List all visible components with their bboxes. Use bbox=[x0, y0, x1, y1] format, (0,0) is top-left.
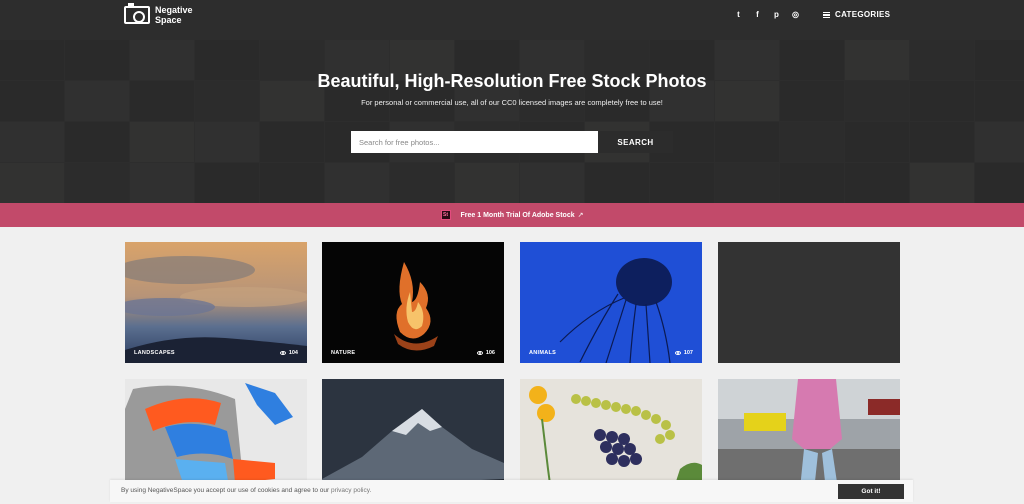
promo-banner[interactable]: St Free 1 Month Trial Of Adobe Stock ↗ bbox=[0, 203, 1024, 227]
card-label: LANDSCAPES bbox=[134, 350, 175, 356]
category-card-animals[interactable]: ANIMALS 107 bbox=[520, 242, 702, 363]
adobe-stock-icon: St bbox=[440, 210, 451, 220]
search-input[interactable] bbox=[351, 131, 598, 153]
instagram-icon[interactable]: ◎ bbox=[786, 10, 805, 20]
card-view-count: 104 bbox=[279, 350, 298, 356]
category-card-placeholder[interactable] bbox=[718, 242, 900, 363]
cookie-consent-bar: By using NegativeSpace you accept our us… bbox=[110, 480, 913, 502]
twitter-icon[interactable]: t bbox=[729, 10, 748, 20]
hero-subtitle: For personal or commercial use, all of o… bbox=[361, 98, 663, 107]
card-view-count: 107 bbox=[674, 350, 693, 356]
categories-label: CATEGORIES bbox=[835, 10, 891, 19]
facebook-icon[interactable]: f bbox=[748, 10, 767, 20]
card-view-count: 106 bbox=[476, 350, 495, 356]
eye-icon bbox=[674, 351, 681, 355]
card-label: ANIMALS bbox=[529, 350, 557, 356]
eye-icon bbox=[476, 351, 483, 355]
camera-logo-icon bbox=[124, 3, 150, 24]
top-nav: Negative Space t f p ◎ CATEGORIES bbox=[0, 0, 1024, 30]
site-logo[interactable]: Negative Space bbox=[124, 3, 195, 25]
eye-icon bbox=[279, 351, 286, 355]
hero-title: Beautiful, High-Resolution Free Stock Ph… bbox=[317, 71, 707, 91]
cookie-accept-button[interactable]: Got it! bbox=[838, 484, 904, 499]
category-card-nature[interactable]: NATURE 106 bbox=[322, 242, 504, 363]
logo-text: Negative Space bbox=[155, 5, 193, 25]
search-button[interactable]: SEARCH bbox=[598, 131, 673, 153]
promo-text[interactable]: Free 1 Month Trial Of Adobe Stock bbox=[461, 212, 575, 219]
social-links: t f p ◎ bbox=[729, 10, 805, 20]
jellyfish-photo bbox=[520, 242, 702, 363]
fire-photo bbox=[322, 242, 504, 363]
cookie-text: By using NegativeSpace you accept our us… bbox=[121, 487, 372, 494]
categories-menu[interactable]: CATEGORIES bbox=[823, 10, 890, 19]
menu-icon bbox=[823, 11, 830, 18]
external-link-icon: ↗ bbox=[577, 212, 584, 219]
landscape-photo bbox=[125, 242, 307, 363]
pinterest-icon[interactable]: p bbox=[767, 10, 786, 20]
card-label: NATURE bbox=[331, 350, 356, 356]
privacy-policy-link[interactable]: privacy policy. bbox=[331, 487, 371, 494]
hero-banner: Negative Space t f p ◎ CATEGORIES Beauti… bbox=[0, 0, 1024, 203]
category-card-landscapes[interactable]: LANDSCAPES 104 bbox=[125, 242, 307, 363]
